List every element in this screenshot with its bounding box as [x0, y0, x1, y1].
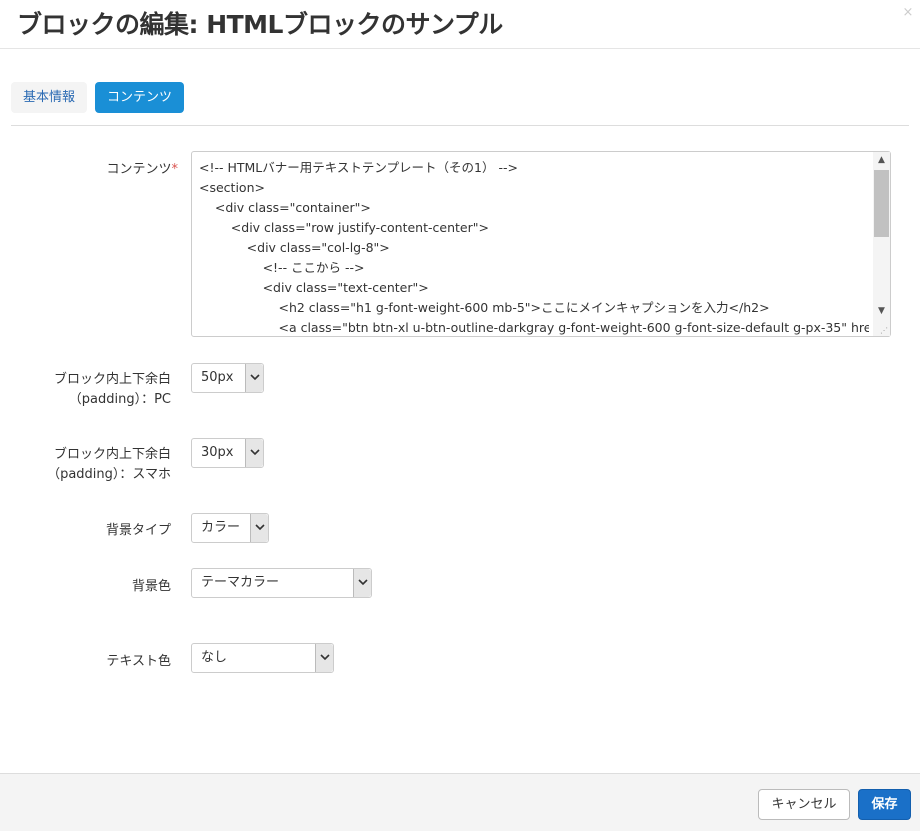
modal-header: ブロックの編集: HTMLブロックのサンプル ×: [0, 0, 920, 49]
tab-content[interactable]: コンテンツ: [95, 82, 184, 113]
code-line: <div class="row justify-content-center">: [199, 220, 489, 235]
code-line: <h2 class="h1 g-font-weight-600 mb-5">ここ…: [199, 300, 770, 315]
modal-footer: キャンセル 保存: [0, 773, 920, 831]
content-label: コンテンツ*: [60, 158, 178, 177]
text-color-label: テキスト色: [106, 654, 171, 669]
padding-sp-label-line2: （padding）：スマホ: [47, 467, 171, 482]
chevron-down-icon: [315, 644, 333, 672]
chevron-down-icon: [245, 439, 263, 467]
bg-type-value: カラー: [201, 520, 241, 535]
padding-pc-select[interactable]: 50px: [191, 363, 264, 393]
code-lines: <!-- HTMLバナー用テキストテンプレート（その1） --> <sectio…: [199, 158, 869, 336]
text-color-value: なし: [201, 650, 228, 665]
chevron-down-icon: [353, 569, 371, 597]
padding-sp-label: ブロック内上下余白 （padding）：スマホ: [30, 445, 171, 485]
padding-pc-label-line1: ブロック内上下余白: [53, 372, 171, 387]
code-line: <div class="text-center">: [199, 280, 429, 295]
bg-type-label: 背景タイプ: [105, 523, 171, 538]
bg-color-value: テーマカラー: [201, 575, 280, 590]
code-line: <div class="container">: [199, 200, 371, 215]
padding-pc-label: ブロック内上下余白 （padding）：PC: [40, 370, 171, 410]
tab-divider: [11, 125, 909, 126]
cancel-button[interactable]: キャンセル: [758, 789, 850, 820]
scroll-up-icon[interactable]: ▲: [873, 152, 890, 168]
code-line: <div class="col-lg-8">: [199, 240, 390, 255]
editor-scrollbar[interactable]: ▲ ▼: [873, 152, 890, 336]
close-icon[interactable]: ×: [900, 5, 916, 21]
code-line: <!-- HTMLバナー用テキストテンプレート（その1） -->: [199, 160, 518, 175]
content-code-editor[interactable]: <!-- HTMLバナー用テキストテンプレート（その1） --> <sectio…: [191, 151, 891, 337]
required-mark: *: [171, 162, 179, 177]
scroll-down-icon[interactable]: ▼: [873, 303, 890, 319]
bg-color-label: 背景色: [131, 579, 171, 594]
code-line: <!-- ここから -->: [199, 260, 365, 275]
padding-pc-value: 50px: [201, 370, 234, 385]
modal-title: ブロックの編集: HTMLブロックのサンプル: [17, 10, 503, 39]
tab-basic-info[interactable]: 基本情報: [11, 82, 87, 113]
padding-sp-label-line1: ブロック内上下余白: [53, 447, 171, 462]
content-label-text: コンテンツ: [106, 162, 172, 177]
bg-type-select[interactable]: カラー: [191, 513, 269, 543]
save-button[interactable]: 保存: [858, 789, 911, 820]
padding-pc-label-line2: （padding）：PC: [68, 392, 171, 407]
scrollbar-thumb[interactable]: [874, 170, 889, 237]
chevron-down-icon: [250, 514, 268, 542]
code-line: <section>: [199, 180, 265, 195]
resize-grip-icon[interactable]: ⋰: [880, 326, 889, 335]
padding-sp-select[interactable]: 30px: [191, 438, 264, 468]
code-line: <a class="btn btn-xl u-btn-outline-darkg…: [199, 320, 869, 335]
chevron-down-icon: [245, 364, 263, 392]
bg-color-select[interactable]: テーマカラー: [191, 568, 372, 598]
text-color-select[interactable]: なし: [191, 643, 334, 673]
padding-sp-value: 30px: [201, 445, 234, 460]
